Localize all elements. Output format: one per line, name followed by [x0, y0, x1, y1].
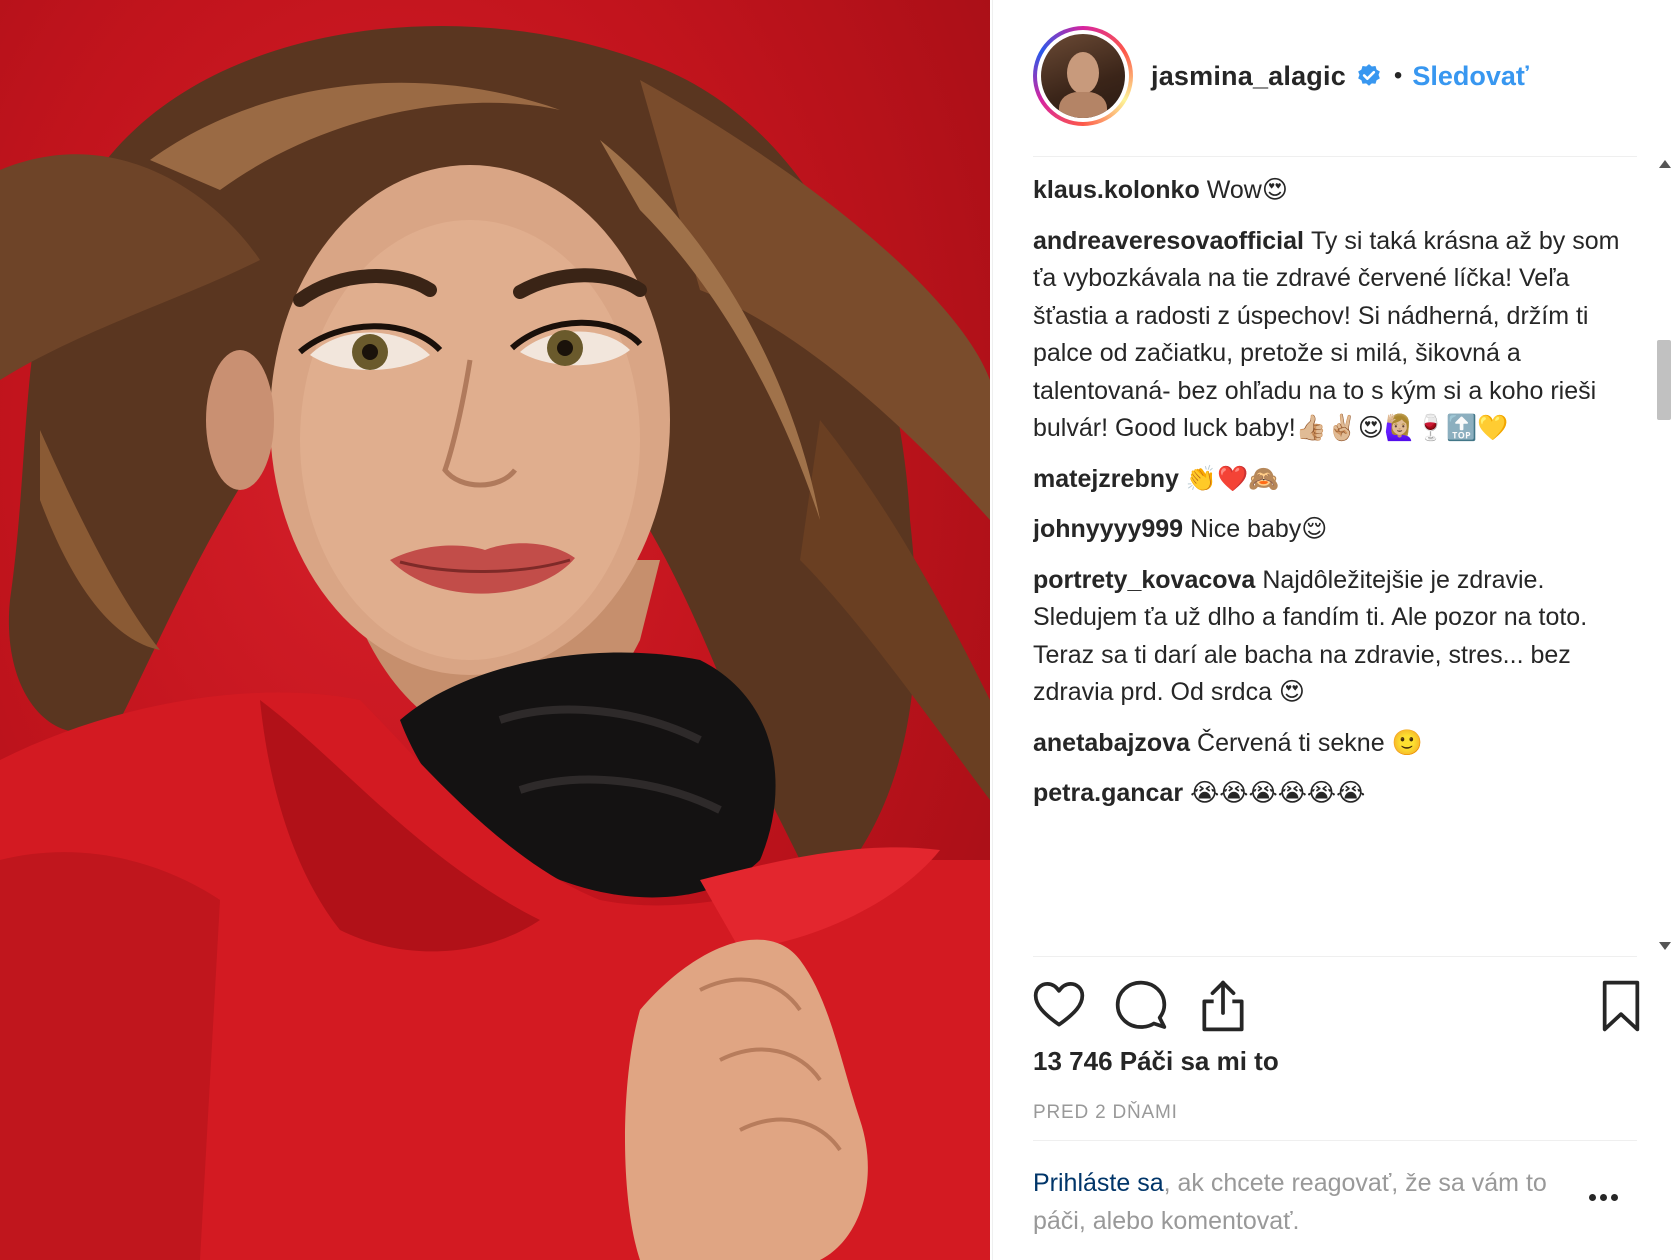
comment-item: klaus.kolonko Wow😍 [1033, 172, 1633, 210]
post-timestamp[interactable]: PRED 2 DŇAMI [1033, 1102, 1178, 1124]
comments-scrollbar[interactable] [1653, 160, 1675, 950]
heart-icon [1033, 981, 1085, 1027]
comment-username[interactable]: petra.gancar [1033, 779, 1183, 807]
comment-item: andreaveresovaofficial Ty si taká krásna … [1033, 223, 1633, 448]
comment-item: portrety_kovacova Najdôležitejšie je zdra… [1033, 562, 1633, 712]
comment-text: Ty si taká krásna až by som ťa vybozkáva… [1033, 226, 1627, 443]
comment-text: Červená ti sekne 🙂 [1197, 728, 1423, 757]
save-button[interactable] [1593, 978, 1649, 1034]
comments-list[interactable]: klaus.kolonko Wow😍 andreaveresovaofficial… [1033, 172, 1633, 958]
comment-username[interactable]: anetabajzova [1033, 729, 1190, 757]
share-button[interactable] [1195, 978, 1251, 1034]
comment-button[interactable] [1113, 978, 1169, 1034]
post-photo[interactable] [0, 0, 990, 1260]
divider [1033, 156, 1637, 157]
bookmark-icon [1602, 980, 1640, 1032]
comment-item: petra.gancar 😭😭😭😭😭😭 [1033, 775, 1633, 813]
more-options-icon[interactable] [1589, 1188, 1629, 1208]
post-actions [993, 970, 1680, 1040]
share-upload-icon [1202, 980, 1244, 1032]
comment-username[interactable]: matejzrebny [1033, 465, 1179, 493]
separator-dot: • [1393, 62, 1403, 89]
like-button[interactable] [1031, 978, 1087, 1034]
login-link[interactable]: Prihláste sa [1033, 1169, 1164, 1197]
follow-button[interactable]: Sledovať [1412, 61, 1528, 92]
avatar[interactable] [1033, 26, 1133, 126]
comment-text: 😭😭😭😭😭😭 [1190, 779, 1366, 807]
comment-username[interactable]: klaus.kolonko [1033, 176, 1200, 204]
comment-item: matejzrebny 👏❤️🙈 [1033, 461, 1633, 499]
divider [1033, 1140, 1637, 1141]
comment-text: 👏❤️🙈 [1185, 464, 1280, 493]
login-prompt: Prihláste sa, ak chcete reagovať, že sa … [1033, 1164, 1553, 1240]
post-side-panel: jasmina_alagic • Sledovať klaus.kolonko W… [992, 0, 1680, 1260]
comment-username[interactable]: portrety_kovacova [1033, 566, 1255, 594]
comment-text: Nice baby😌 [1190, 515, 1328, 543]
comment-username[interactable]: andreaveresovaofficial [1033, 227, 1304, 255]
verified-badge-icon [1358, 64, 1380, 86]
post-header: jasmina_alagic • Sledovať [993, 0, 1680, 152]
comment-text: Wow😍 [1206, 176, 1288, 204]
scrollbar-thumb[interactable] [1657, 340, 1671, 420]
likes-count[interactable]: 13 746 Páči sa mi to [1033, 1046, 1279, 1077]
portrait-photo [0, 25, 990, 1260]
comment-username[interactable]: johnyyyy999 [1033, 515, 1183, 543]
scroll-up-icon[interactable] [1659, 160, 1671, 168]
comment-bubble-icon [1115, 980, 1167, 1029]
comment-item: anetabajzova Červená ti sekne 🙂 [1033, 725, 1633, 763]
scroll-down-icon[interactable] [1659, 942, 1671, 950]
username[interactable]: jasmina_alagic [1151, 61, 1346, 92]
divider [1033, 956, 1637, 957]
comment-item: johnyyyy999 Nice baby😌 [1033, 511, 1633, 549]
